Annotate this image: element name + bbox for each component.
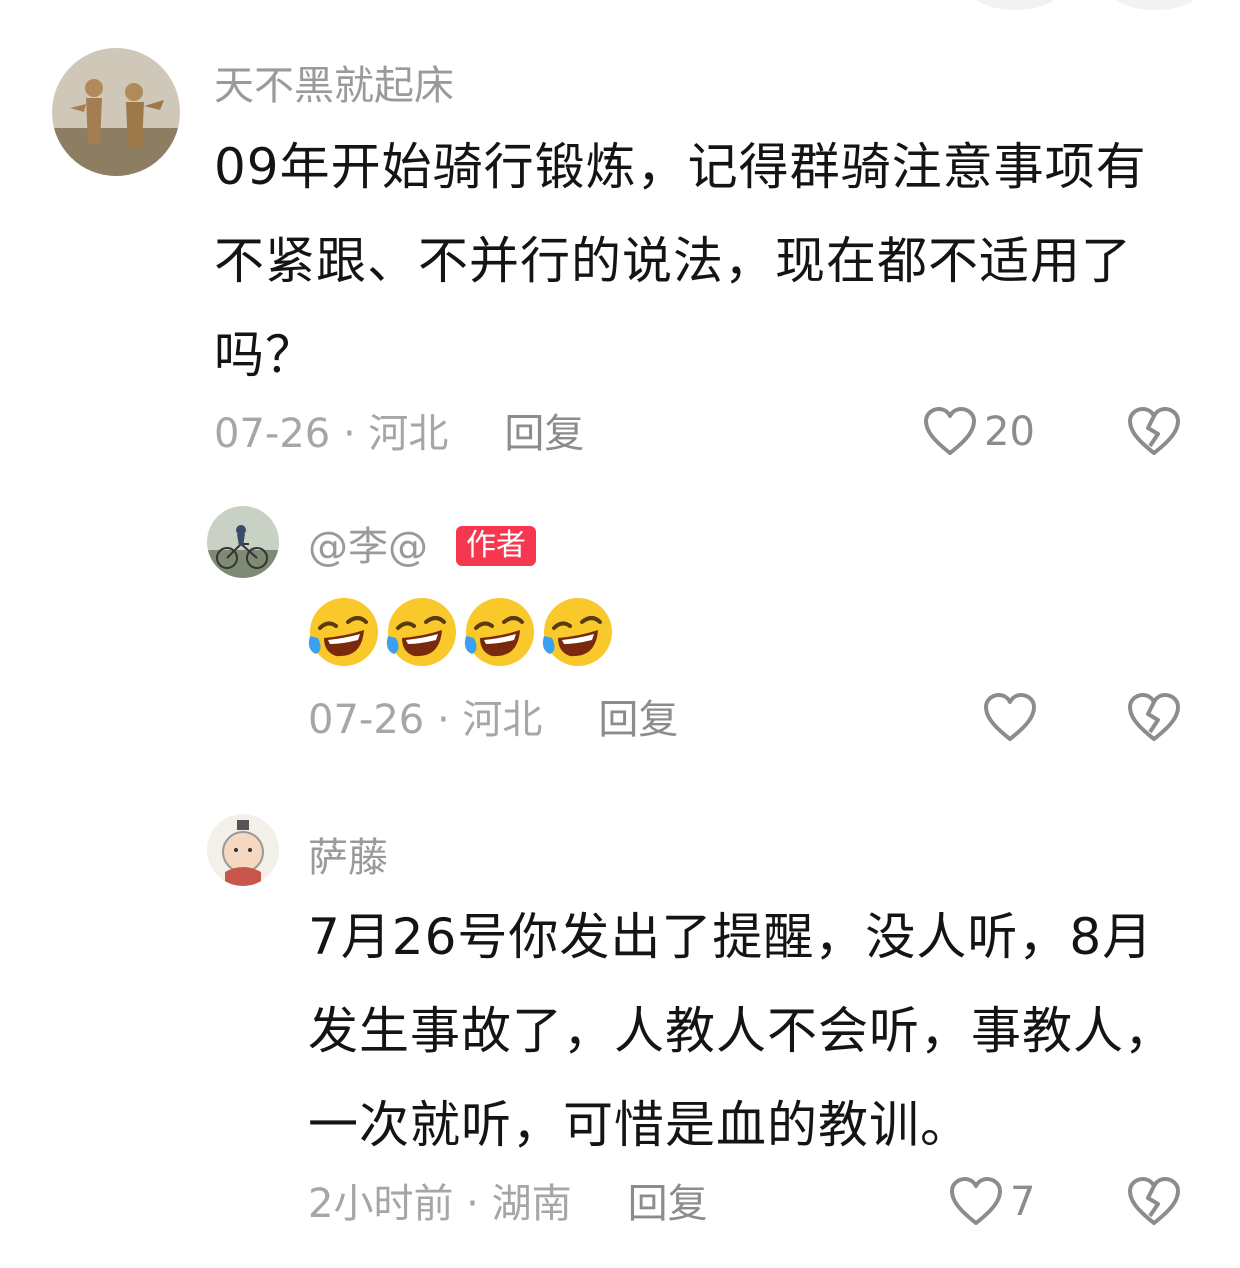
author-badge: 作者 <box>456 526 536 566</box>
dislike-button[interactable] <box>1126 1176 1182 1232</box>
heart-outline-icon <box>984 693 1036 741</box>
comment-meta: 07-26 · 河北 回复 <box>214 414 584 454</box>
comment-meta: 2小时前 · 湖南 回复 <box>308 1184 708 1224</box>
heart-outline-icon <box>950 1177 1002 1225</box>
avatar-image <box>207 506 279 578</box>
username[interactable]: @李@ <box>308 527 428 567</box>
comment-location: 河北 <box>368 411 449 457</box>
laughing-tears-emoji <box>308 598 378 666</box>
meta-separator: · <box>424 697 463 743</box>
heart-outline-icon <box>924 407 976 455</box>
reply-button[interactable]: 回复 <box>504 411 584 457</box>
avatar-image <box>207 814 279 886</box>
broken-heart-icon <box>1128 693 1180 741</box>
like-count: 7 <box>1010 1179 1036 1225</box>
like-button[interactable] <box>982 692 1044 744</box>
meta-separator: · <box>330 411 369 457</box>
avatar[interactable] <box>207 814 279 886</box>
meta-separator: · <box>453 1181 492 1227</box>
like-button[interactable]: 7 <box>948 1176 1035 1228</box>
dislike-button[interactable] <box>1126 692 1182 748</box>
avatar[interactable] <box>52 48 180 176</box>
avatar[interactable] <box>207 506 279 578</box>
comment-text: 09年开始骑行锻炼，记得群骑注意事项有不紧跟、不并行的说法，现在都不适用了吗？ <box>214 138 1147 384</box>
dislike-button[interactable] <box>1126 406 1182 462</box>
top-decoration <box>960 0 1220 10</box>
broken-heart-icon <box>1128 1177 1180 1225</box>
comment-date: 07-26 <box>214 411 331 457</box>
laughing-tears-emoji <box>464 598 534 666</box>
comment-date: 07-26 <box>308 697 425 743</box>
reply-button[interactable]: 回复 <box>598 697 678 743</box>
comment-date: 2小时前 <box>308 1181 454 1227</box>
laughing-tears-emoji <box>386 598 456 666</box>
comment-text: 7月26号你发出了提醒，没人听，8月发生事故了，人教人不会听，事教人，一次就听，… <box>308 908 1175 1154</box>
comment-location: 河北 <box>462 697 543 743</box>
avatar-image <box>52 48 180 176</box>
like-button[interactable]: 20 <box>922 406 1035 458</box>
username[interactable]: 天不黑就起床 <box>214 66 454 106</box>
like-count: 20 <box>984 409 1035 455</box>
comment-meta: 07-26 · 河北 回复 <box>308 700 678 740</box>
laughing-tears-emoji <box>542 598 612 666</box>
reply-button[interactable]: 回复 <box>628 1181 708 1227</box>
comment-location: 湖南 <box>491 1181 572 1227</box>
broken-heart-icon <box>1128 407 1180 455</box>
username[interactable]: 萨藤 <box>308 838 388 878</box>
